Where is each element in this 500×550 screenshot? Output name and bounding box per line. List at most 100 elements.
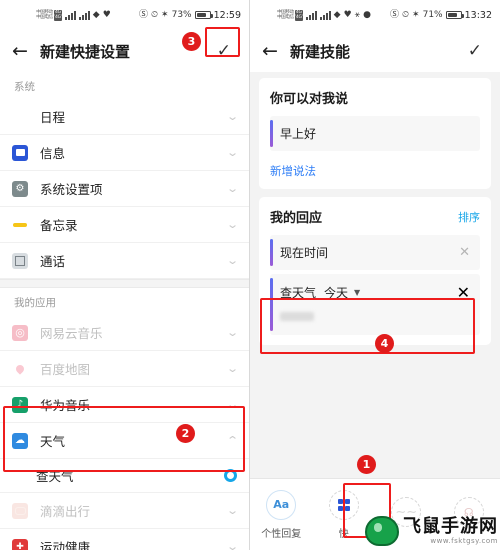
say-to-me-card: 你可以对我说 早上好 新增说法 [259, 78, 491, 189]
sub-item-check-weather[interactable]: 查天气 [0, 459, 249, 493]
list-item-system-settings[interactable]: 系统设置项 ⌄ [0, 171, 249, 207]
carrier-labels: 中国移动 4G 中国电信 4G [36, 9, 62, 21]
list-item-label: 滴滴出行 [40, 504, 91, 519]
battery-percent: 73% [171, 10, 192, 20]
do-not-disturb-icon: Ⓢ [390, 9, 400, 20]
list-item-label: 百度地图 [40, 362, 91, 377]
alarm-icon: ⏲ [402, 9, 410, 20]
chevron-down-icon[interactable]: ▼ [354, 288, 360, 297]
response-row-weather[interactable]: 查天气 今天 ▼ ✕ [270, 274, 480, 335]
alarm-icon: ⏲ [151, 9, 159, 20]
page-title: 新建快捷设置 [40, 42, 131, 61]
confirm-check-icon[interactable]: ✓ [462, 40, 488, 63]
chat-bubble-icon: ● [363, 9, 371, 20]
list-item-call[interactable]: 通话 ⌄ [0, 243, 249, 279]
weather-icon [12, 432, 28, 449]
chevron-down-icon: ⌄ [225, 254, 239, 267]
mouse-logo-icon [365, 516, 399, 546]
right-status-bar: 中国移动 4G 中国电信 4G ◆ ♥ ⚹ ● Ⓢ ⏲ ✶ 71% 13:32 [250, 0, 500, 30]
chevron-down-icon: ⌄ [225, 182, 239, 195]
confirm-check-icon[interactable]: ✓ [211, 40, 237, 63]
memo-icon [12, 217, 28, 233]
phrase-text: 早上好 [280, 127, 317, 141]
close-icon[interactable]: ✕ [457, 283, 470, 302]
phrase-row[interactable]: 早上好 [270, 116, 480, 151]
didi-icon [12, 502, 28, 519]
list-item-messages[interactable]: 信息 ⌄ [0, 135, 249, 171]
right-status-signal-group: 中国移动 4G 中国电信 4G ◆ ♥ ⚹ ● [258, 9, 390, 21]
radio-selected-icon[interactable] [224, 469, 237, 482]
carrier-line-2: 中国电信 [36, 15, 54, 20]
section-label-my-apps: 我的应用 [14, 297, 56, 309]
right-phone-screen: 中国移动 4G 中国电信 4G ◆ ♥ ⚹ ● Ⓢ ⏲ ✶ 71% 13:32 ← [250, 0, 500, 550]
list-item-netease-music[interactable]: 网易云音乐 ⌄ [0, 315, 249, 351]
calendar-icon: 日 [12, 108, 28, 125]
list-item-weather[interactable]: 天气 ⌃ [0, 423, 249, 459]
back-arrow-icon[interactable]: ← [12, 41, 34, 61]
site-watermark: 飞鼠手游网 www.fsktgsy.com [365, 516, 498, 546]
list-item-huawei-music[interactable]: 华为音乐 ⌄ [0, 387, 249, 423]
person-icon: ⚹ [354, 9, 361, 20]
left-status-signal-group: 中国移动 4G 中国电信 4G ◆ ♥ [8, 9, 139, 21]
nav-label: 快 [338, 528, 349, 540]
list-item-calendar[interactable]: 日 日程 ⌄ [0, 99, 249, 135]
right-app-bar: ← 新建技能 ✓ [250, 30, 500, 72]
list-item-label: 备忘录 [40, 218, 78, 233]
say-card-header: 你可以对我说 [270, 88, 480, 107]
chevron-down-icon: ⌄ [225, 540, 239, 550]
signal-bars-icon-2 [78, 10, 90, 20]
call-icon [12, 252, 28, 269]
list-item-label: 华为音乐 [40, 398, 91, 413]
close-icon[interactable]: ✕ [459, 246, 470, 259]
list-item-memo[interactable]: 备忘录 ⌄ [0, 207, 249, 243]
weather-row-top: 查天气 今天 ▼ ✕ [280, 283, 470, 302]
do-not-disturb-icon: Ⓢ [139, 9, 149, 20]
section-divider [0, 279, 249, 288]
bluetooth-icon: ✶ [161, 9, 169, 20]
page-title: 新建技能 [290, 42, 351, 61]
add-phrase-link[interactable]: 新增说法 [270, 163, 316, 179]
carrier-line-2: 中国电信 [277, 15, 294, 20]
chevron-down-icon: ⌄ [225, 110, 239, 123]
left-app-bar: ← 新建快捷设置 ✓ [0, 30, 249, 72]
message-icon [12, 144, 28, 161]
health-icon [12, 538, 28, 550]
battery-percent: 71% [422, 10, 443, 20]
left-status-bar: 中国移动 4G 中国电信 4G ◆ ♥ Ⓢ ⏲ ✶ 73% 12:59 [0, 0, 249, 30]
sort-action-link[interactable]: 排序 [458, 209, 480, 225]
nav-label: 个性回复 [261, 528, 302, 540]
section-label-system: 系统 [14, 81, 35, 93]
chevron-down-icon: ⌄ [225, 504, 239, 517]
carrier-labels: 中国移动 4G 中国电信 4G [277, 9, 303, 21]
back-arrow-icon[interactable]: ← [262, 41, 284, 61]
list-item-label: 通话 [40, 254, 66, 269]
netease-music-icon [12, 324, 28, 341]
chevron-up-icon: ⌃ [225, 434, 239, 447]
list-item-baidu-map[interactable]: 百度地图 ⌄ [0, 351, 249, 387]
response-label: 查天气 [280, 286, 317, 300]
list-item-label: 日程 [40, 110, 66, 125]
list-item-didi[interactable]: 滴滴出行 ⌄ [0, 493, 249, 529]
chevron-down-icon: ⌄ [225, 398, 239, 411]
response-row-time[interactable]: 现在时间 ✕ [270, 235, 480, 270]
list-item-label: 系统设置项 [40, 182, 103, 197]
watermark-brand: 飞鼠手游网 [403, 515, 498, 537]
response-label: 现在时间 [280, 246, 329, 260]
list-item-health[interactable]: 运动健康 ⌄ [0, 529, 249, 550]
card-title: 我的回应 [270, 211, 323, 226]
left-phone-screen: 中国移动 4G 中国电信 4G ◆ ♥ Ⓢ ⏲ ✶ 73% 12:59 ← 新建快捷… [0, 0, 250, 550]
bluetooth-icon: ✶ [412, 9, 420, 20]
card-title: 你可以对我说 [270, 92, 349, 107]
shield-icon: ♥ [343, 9, 352, 20]
dual-screenshot-container: 中国移动 4G 中国电信 4G ◆ ♥ Ⓢ ⏲ ✶ 73% 12:59 ← 新建快捷… [0, 0, 500, 550]
text-aa-icon: Aa [266, 489, 297, 520]
settings-icon [12, 180, 28, 197]
battery-icon [445, 11, 464, 19]
left-status-right-group: Ⓢ ⏲ ✶ 73% 12:59 [139, 10, 241, 21]
status-clock: 12:59 [213, 9, 241, 21]
chevron-down-icon: ⌄ [225, 218, 239, 231]
response-value[interactable]: 今天 [324, 284, 348, 301]
nav-item-personal-reply[interactable]: Aa 个性回复 [250, 489, 313, 540]
signal-bars-icon-2 [319, 10, 331, 20]
chevron-down-icon: ⌄ [225, 326, 239, 339]
